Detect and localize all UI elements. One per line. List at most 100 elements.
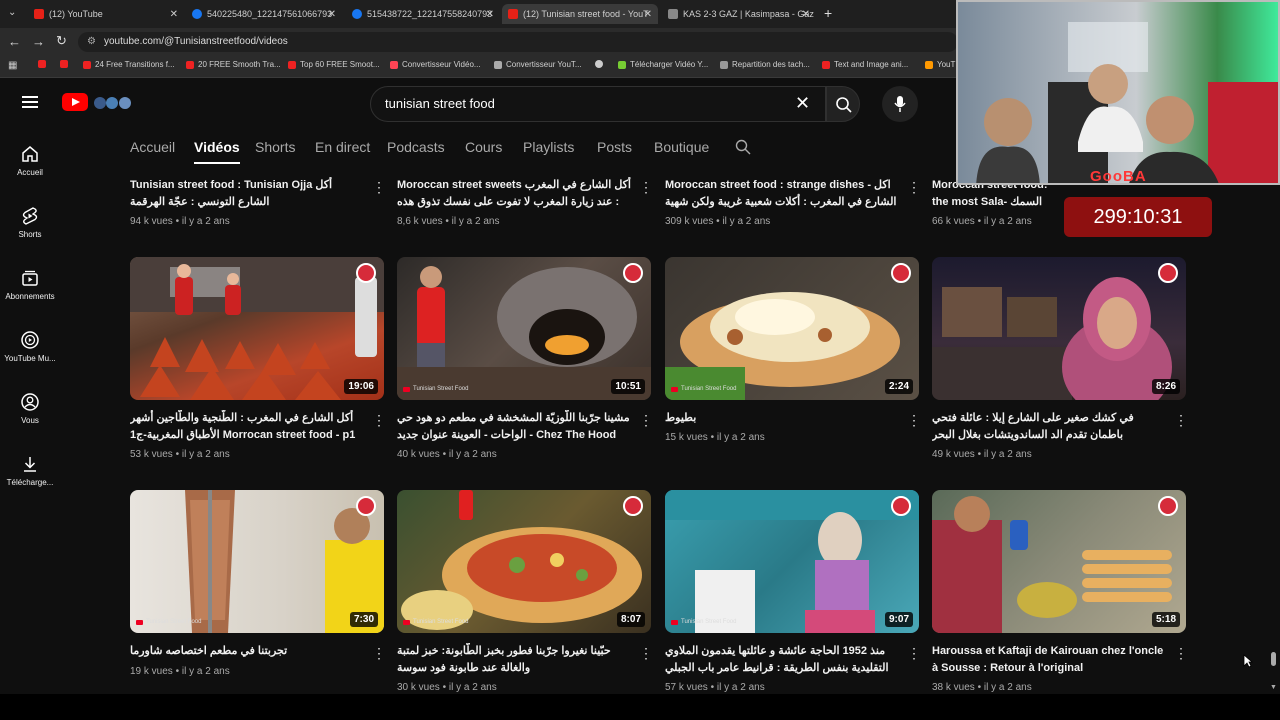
more-options-icon[interactable]: ⋮ [372,180,386,194]
sidebar-item-shorts[interactable]: Shorts [0,206,60,239]
forward-arrow-icon[interactable]: → [32,34,45,49]
bookmark-item[interactable] [595,60,607,68]
tab-boutique[interactable]: Boutique [654,139,709,155]
new-tab-button[interactable]: + [824,5,832,21]
more-options-icon[interactable]: ⋮ [639,646,653,660]
video-title[interactable]: Haroussa et Kaftaji de Kairouan chez l'o… [932,643,1168,677]
upload-age: il y a 2 ans [716,682,765,693]
upload-age: il y a 2 ans [181,449,230,460]
channel-watermark: Tunisian Street Food [403,619,468,625]
tab-list-icon[interactable]: ⌄ [8,7,16,18]
more-options-icon[interactable]: ⋮ [1174,646,1188,660]
more-options-icon[interactable]: ⋮ [907,413,921,427]
video-title[interactable]: مشينا جرّبنا اللّوزيّة المشخشة في مطعم د… [397,410,633,444]
close-tab-icon[interactable]: ✕ [486,9,494,20]
tab-accueil[interactable]: Accueil [130,139,175,155]
close-tab-icon[interactable]: ✕ [170,9,178,20]
sidebar-item-home[interactable]: Accueil [0,144,60,177]
video-title[interactable]: حبّينا نغيروا جرّبنا فطور بخبز الطّابونة… [397,643,633,677]
browser-tab-tunisian-street-food[interactable]: (12) Tunisian street food - YouT ✕ [502,4,658,24]
scroll-down-arrow-icon[interactable]: ▼ [1270,684,1277,691]
doodle-logo-icon[interactable] [92,94,134,112]
menu-hamburger-icon[interactable] [22,96,38,108]
video-duration: 2:24 [884,379,913,394]
reload-icon[interactable]: ↻ [56,33,67,49]
doc-bookmark-icon [720,60,728,69]
bookmark-item[interactable]: YouT [925,60,955,69]
video-title[interactable]: أكل الشارع في المغرب : الطّنجية والطّاجي… [130,410,362,444]
video-title[interactable]: منذ 1952 الحاجة عائشة و عائلتها يقدمون ا… [665,643,897,677]
tab-videos[interactable]: Vidéos [194,139,240,164]
video-title[interactable]: Moroccan street food : strange dishes - … [665,177,897,211]
bookmark-item[interactable]: Top 60 FREE Smoot... [288,60,380,69]
bookmark-item[interactable]: Convertisseur YouT... [494,60,582,69]
sidebar-item-you[interactable]: Vous [0,392,60,425]
close-tab-icon[interactable]: ✕ [644,9,652,20]
channel-search-icon[interactable] [735,139,751,155]
youtube-logo-icon[interactable] [62,93,88,111]
more-options-icon[interactable]: ⋮ [639,413,653,427]
tab-podcasts[interactable]: Podcasts [387,139,445,155]
tab-en-direct[interactable]: En direct [315,139,370,155]
browser-tab-youtube[interactable]: (12) YouTube ✕ [28,4,184,24]
apps-grid-icon[interactable]: ▦ [8,60,17,71]
search-input[interactable]: tunisian street food ✕ [370,86,826,122]
video-thumbnail[interactable]: 8:26 [932,257,1186,400]
bookmark-item[interactable]: Repartition des tach... [720,60,810,69]
clear-search-icon[interactable]: ✕ [795,93,810,114]
video-thumbnail[interactable]: 19:06 [130,257,384,400]
page-scrollbar-thumb[interactable] [1271,652,1276,666]
facebook-favicon-icon [192,9,202,19]
site-info-icon[interactable]: ⚙ [87,36,96,47]
meta-separator: • [175,216,180,227]
more-options-icon[interactable]: ⋮ [372,646,386,660]
tab-posts[interactable]: Posts [597,139,632,155]
video-title[interactable]: في كشك صغير على الشارع إيلا : عائلة فتحي… [932,410,1168,444]
view-count: 15 k vues [665,432,708,443]
bookmark-label: Convertisseur Vidéo... [402,60,481,69]
sidebar-item-label: Accueil [17,168,43,177]
bookmark-item[interactable]: 20 FREE Smooth Tra... [186,60,281,69]
video-title[interactable]: تجربتنا في مطعم اختصاصه شاورما [130,643,362,660]
video-thumbnail[interactable]: Tunisian Street Food 7:30 [130,490,384,633]
webcam-video-image [958,2,1278,183]
sidebar-item-label: Vous [21,416,39,425]
youtube-favicon-icon [508,9,518,19]
video-thumbnail[interactable]: Tunisian Street Food 10:51 [397,257,651,400]
bookmark-item[interactable]: Convertisseur Vidéo... [390,60,481,69]
search-button[interactable] [826,86,860,122]
browser-tab-facebook-1[interactable]: 540225480_122147561066793 ✕ [186,4,342,24]
tab-playlists[interactable]: Playlists [523,139,574,155]
back-arrow-icon[interactable]: ← [8,34,21,49]
video-thumbnail[interactable]: 5:18 [932,490,1186,633]
more-options-icon[interactable]: ⋮ [907,180,921,194]
more-options-icon[interactable]: ⋮ [372,413,386,427]
bookmark-item[interactable] [38,60,50,68]
sidebar-item-youtube-music[interactable]: YouTube Mu... [0,330,60,363]
browser-tab-kasimpasa[interactable]: KAS 2-3 GAZ | Kasimpasa - Gaz ✕ [662,4,816,24]
tab-shorts[interactable]: Shorts [255,139,295,155]
sidebar-item-subscriptions[interactable]: Abonnements [0,268,60,301]
video-thumbnail[interactable]: Tunisian Street Food 9:07 [665,490,919,633]
bookmark-item[interactable]: Télécharger Vidéo Y... [618,60,708,69]
video-meta: 8,6 k vues • il y a 2 ans [397,216,499,227]
more-options-icon[interactable]: ⋮ [1174,413,1188,427]
video-title[interactable]: Moroccan street sweets أكل الشارع في الم… [397,177,633,211]
tab-cours[interactable]: Cours [465,139,502,155]
more-options-icon[interactable]: ⋮ [639,180,653,194]
video-title[interactable]: Tunisian street food : Tunisian Ojja أكل… [130,177,362,211]
voice-search-button[interactable] [882,86,918,122]
close-tab-icon[interactable]: ✕ [328,9,336,20]
browser-tab-facebook-2[interactable]: 515438722_122147558240793 ✕ [346,4,500,24]
bookmark-item[interactable]: 24 Free Transitions f... [83,60,175,69]
close-tab-icon[interactable]: ✕ [802,9,810,20]
bookmark-item[interactable]: Text and Image ani... [822,60,908,69]
mouse-cursor-icon [1243,654,1253,668]
video-thumbnail[interactable]: Tunisian Street Food 8:07 [397,490,651,633]
video-thumbnail[interactable]: Tunisian Street Food 2:24 [665,257,919,400]
more-options-icon[interactable]: ⋮ [907,646,921,660]
sidebar-item-downloads[interactable]: Télécharge... [0,454,60,487]
sidebar-item-label: Shorts [18,230,42,239]
bookmark-item[interactable] [60,60,72,68]
url-field[interactable]: ⚙ youtube.com/@Tunisianstreetfood/videos [78,32,958,52]
